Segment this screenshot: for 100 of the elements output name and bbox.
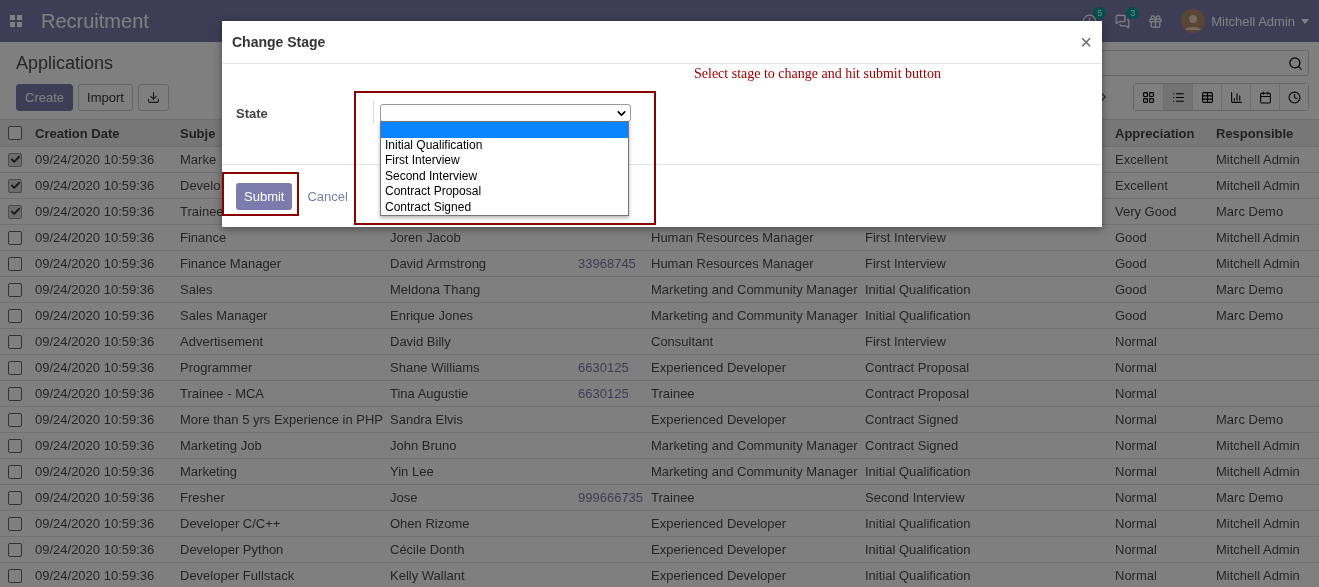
checkbox[interactable] [8, 412, 22, 427]
close-button[interactable]: × [1080, 30, 1092, 54]
table-cell-text: Sandra Elvis [390, 412, 464, 427]
table-cell-text: 09/24/2020 10:59:36 [35, 464, 156, 479]
import-button[interactable]: Import [78, 83, 133, 111]
user-name[interactable]: Mitchell Admin [1211, 13, 1295, 29]
phone-link[interactable]: 999666735 [578, 490, 651, 505]
checkbox[interactable] [8, 360, 22, 375]
table-cell-text: Good [1115, 282, 1148, 297]
table-cell-text: Experienced Developer [651, 360, 788, 375]
checkbox[interactable] [8, 256, 22, 271]
table-cell-text: Marketing and Community Manager [651, 464, 859, 479]
table-cell-text: 09/24/2020 10:59:36 [35, 412, 156, 427]
checkbox[interactable] [8, 126, 22, 140]
graph-icon [1229, 90, 1243, 104]
table-cell-text: Good [1115, 230, 1148, 245]
create-button[interactable]: Create [16, 83, 74, 111]
download-button[interactable] [137, 83, 169, 111]
table-cell-text: Yin Lee [390, 464, 435, 479]
table-cell-text: 09/24/2020 10:59:36 [35, 360, 156, 375]
table-cell-text: Marc Demo [1216, 282, 1285, 297]
dialog-title: Change Stage [232, 34, 326, 50]
table-cell-text: Normal [1115, 334, 1158, 349]
table-cell-text: Marc Demo [1216, 308, 1285, 323]
gift-icon[interactable] [1148, 13, 1164, 29]
table-cell-text: Fresher [180, 490, 226, 505]
table-cell-text: Cécile Donth [390, 542, 466, 557]
list-icon [1171, 90, 1185, 104]
table-cell-text: Excellent [1115, 178, 1169, 193]
checkbox[interactable] [8, 334, 22, 349]
table-cell-text: Sales [180, 282, 214, 297]
table-cell-text: Initial Qualification [865, 516, 972, 531]
table-cell-text: More than 5 yrs Experience in PHP [180, 412, 385, 427]
table-cell-text: Tina Augustie [390, 386, 470, 401]
table-cell-text: Human Resources Manager [651, 230, 815, 245]
table-cell-text: First Interview [865, 230, 947, 245]
submit-button[interactable]: Submit [236, 182, 293, 210]
checkbox[interactable] [8, 230, 22, 245]
table-cell-text: Contract Proposal [865, 386, 971, 401]
table-cell-text: 09/24/2020 10:59:36 [35, 490, 156, 505]
table-cell-text: Initial Qualification [865, 542, 972, 557]
column-header[interactable]: Appreciation [1115, 125, 1216, 141]
checkbox[interactable] [8, 204, 22, 219]
table-cell-text: Mitchell Admin [1216, 256, 1301, 271]
checkbox[interactable] [8, 568, 22, 583]
table-cell-text: Experienced Developer [651, 542, 788, 557]
table-cell-text: Marc Demo [1216, 412, 1285, 427]
table-cell-text: 09/24/2020 10:59:36 [35, 230, 156, 245]
caret-icon[interactable] [1301, 18, 1309, 24]
table-cell-text: 09/24/2020 10:59:36 [35, 178, 156, 193]
view-button[interactable] [1279, 84, 1308, 110]
dropdown-option[interactable]: First Interview [381, 153, 628, 169]
apps-icon[interactable] [10, 15, 22, 27]
phone-link[interactable]: 6630125 [578, 360, 651, 375]
phone-link[interactable]: 33968745 [578, 256, 651, 271]
checkbox[interactable] [8, 490, 22, 505]
message-count: 3 [1126, 6, 1140, 19]
table-cell-text: Initial Qualification [865, 568, 972, 583]
table-cell-text: Experienced Developer [651, 568, 788, 583]
view-button[interactable] [1163, 84, 1192, 110]
avatar[interactable] [1181, 9, 1206, 33]
table-cell-text: Good [1115, 308, 1148, 323]
table-cell-text: Developer Python [180, 542, 285, 557]
table-cell-text: Consultant [651, 334, 715, 349]
checkbox[interactable] [8, 464, 22, 479]
table-cell-text: Second Interview [865, 490, 966, 505]
table-cell-text: 09/24/2020 10:59:36 [35, 204, 156, 219]
checkbox[interactable] [8, 516, 22, 531]
table-cell-text: Normal [1115, 438, 1158, 453]
table-cell-text: Finance Manager [180, 256, 283, 271]
dropdown-option[interactable]: Contract Proposal [381, 184, 628, 200]
kanban-icon [1142, 90, 1155, 104]
table-cell-text: Contract Signed [865, 412, 960, 427]
table-cell-text: 09/24/2020 10:59:36 [35, 386, 156, 401]
table-cell-text: First Interview [865, 256, 947, 271]
table-cell-text: David Armstrong [390, 256, 488, 271]
column-header[interactable]: Responsible [1216, 125, 1319, 141]
table-cell-text: Contract Signed [865, 438, 960, 453]
checkbox[interactable] [8, 386, 22, 401]
table-cell-text: First Interview [865, 334, 947, 349]
table-cell-text: Ohen Rizome [390, 516, 471, 531]
table-cell-text: Normal [1115, 568, 1158, 583]
column-header[interactable]: Creation Date [35, 125, 180, 141]
checkbox[interactable] [8, 438, 22, 453]
search-icon[interactable] [1288, 55, 1303, 71]
checkbox[interactable] [8, 152, 22, 167]
cancel-link[interactable]: Cancel [307, 188, 348, 204]
checkbox[interactable] [8, 178, 22, 193]
table-cell-text: 09/24/2020 10:59:36 [35, 516, 156, 531]
checkbox[interactable] [8, 282, 22, 297]
phone-link[interactable]: 6630125 [578, 386, 651, 401]
table-cell-text: Excellent [1115, 152, 1169, 167]
checkbox[interactable] [8, 308, 22, 323]
table-cell-text: Normal [1115, 490, 1158, 505]
table-cell-text: Marketing and Community Manager [651, 438, 859, 453]
calendar-icon [1258, 90, 1272, 104]
checkbox[interactable] [8, 542, 22, 557]
table-cell-text: Shane Williams [390, 360, 481, 375]
table-cell-text: Marketing Job [180, 438, 263, 453]
chat-icon[interactable] [1115, 13, 1131, 29]
